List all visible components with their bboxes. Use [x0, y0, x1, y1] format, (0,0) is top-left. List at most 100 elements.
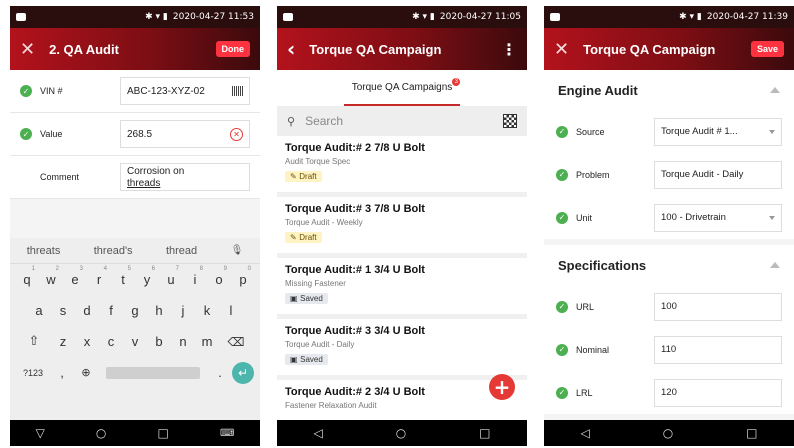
home-nav-icon[interactable]: ○ [96, 426, 106, 440]
list-item[interactable]: Torque Audit:# 3 3/4 U Bolt Torque Audit… [277, 319, 527, 380]
field-row: ✓ URL 100 [544, 285, 794, 328]
recents-nav-icon[interactable]: □ [158, 426, 169, 440]
back-arrow-icon[interactable]: ‹ [287, 37, 295, 61]
list-item[interactable]: Torque Audit:# 3 7/8 U Bolt Torque Audit… [277, 197, 527, 258]
recents-nav-icon[interactable]: □ [746, 426, 757, 440]
key[interactable]: 6y [135, 266, 159, 287]
list-item[interactable]: Torque Audit:# 2 7/8 U Bolt Audit Torque… [277, 136, 527, 197]
qr-code-icon[interactable] [503, 114, 517, 128]
space-key[interactable] [106, 366, 200, 379]
key[interactable]: s [51, 303, 75, 318]
nominal-input[interactable]: 110 [654, 335, 782, 364]
key[interactable]: 9o [207, 266, 231, 287]
home-nav-icon[interactable]: ○ [663, 426, 673, 440]
key[interactable]: 1q [15, 266, 39, 287]
check-icon: ✓ [556, 125, 568, 138]
section-header[interactable]: Engine Audit [544, 70, 794, 110]
key[interactable]: j [171, 303, 195, 318]
pencil-icon: ✎ [290, 233, 300, 242]
page-title: Torque QA Campaign [583, 41, 716, 57]
suggestion-item[interactable]: threats [27, 245, 61, 257]
field-row: ✓ Unit 100 - Drivetrain [544, 196, 794, 239]
phone-campaign-list: ✱ ▾ ▮ 2020-04-27 11:05 ‹ Torque QA Campai… [277, 6, 527, 446]
close-icon[interactable]: ✕ [554, 39, 569, 60]
key[interactable]: 5t [111, 266, 135, 287]
enter-icon[interactable]: ↵ [232, 361, 254, 384]
recents-nav-icon[interactable]: □ [479, 426, 490, 440]
save-button[interactable]: Save [750, 41, 784, 57]
key[interactable]: k [195, 303, 219, 318]
item-title: Torque Audit:# 3 3/4 U Bolt [285, 325, 425, 337]
key[interactable]: z [51, 334, 75, 349]
search-bar[interactable]: ⚲ Search [277, 106, 527, 136]
key[interactable]: 0p [231, 266, 255, 287]
app-bar: ‹ Torque QA Campaign ⋮ [277, 28, 527, 70]
key[interactable]: f [99, 303, 123, 318]
tab-campaigns[interactable]: Torque QA Campaigns 3 [343, 70, 461, 106]
key[interactable]: 4r [87, 266, 111, 287]
key[interactable]: c [99, 334, 123, 349]
key[interactable]: 3e [63, 266, 87, 287]
field-label: Comment [40, 172, 80, 182]
item-subtitle: Audit Torque Spec [285, 157, 351, 166]
field-label: Problem [576, 169, 610, 180]
keyboard-icon[interactable]: ⌨ [220, 428, 234, 439]
field-label: URL [576, 301, 595, 312]
key[interactable]: l [219, 303, 243, 318]
list-item[interactable]: Torque Audit:# 1 3/4 U Bolt Missing Fast… [277, 258, 527, 319]
home-nav-icon[interactable]: ○ [396, 426, 406, 440]
add-button[interactable]: + [489, 374, 515, 400]
check-icon: ✓ [556, 300, 568, 313]
problem-input[interactable]: Torque Audit - Daily [654, 160, 782, 189]
key[interactable]: 8i [183, 266, 207, 287]
unit-select[interactable]: 100 - Drivetrain [654, 203, 782, 232]
vin-input[interactable]: ABC-123-XYZ-02 [120, 77, 250, 105]
key[interactable]: d [75, 303, 99, 318]
backspace-icon[interactable]: ⌫ [219, 335, 253, 349]
url-input[interactable]: 100 [654, 292, 782, 321]
section-header[interactable]: Specifications [544, 245, 794, 285]
globe-icon[interactable]: ⊕ [74, 366, 98, 379]
lrl-input[interactable]: 120 [654, 378, 782, 407]
field-row-comment: Comment Corrosion on threads [10, 156, 260, 199]
key[interactable]: 7u [159, 266, 183, 287]
suggestion-item[interactable]: thread's [94, 245, 133, 257]
app-bar: ✕ 2. QA Audit Done [10, 28, 260, 70]
item-subtitle: Torque Audit - Daily [285, 340, 355, 349]
tab-bar: Torque QA Campaigns 3 [277, 70, 527, 106]
clear-icon[interactable]: ✕ [230, 127, 243, 141]
key[interactable]: v [123, 334, 147, 349]
notification-icon [550, 13, 560, 21]
more-menu-icon[interactable]: ⋮ [501, 40, 517, 59]
back-nav-icon[interactable]: ▽ [36, 426, 45, 440]
source-select[interactable]: Torque Audit # 1... [654, 117, 782, 146]
key[interactable]: 2w [39, 266, 63, 287]
value-input[interactable]: 268.5 ✕ [120, 120, 250, 148]
back-nav-icon[interactable]: ◁ [313, 426, 322, 440]
comma-key[interactable]: , [50, 365, 74, 380]
done-button[interactable]: Done [215, 41, 250, 57]
back-nav-icon[interactable]: ◁ [580, 426, 589, 440]
search-input[interactable]: Search [305, 114, 503, 128]
symbols-key[interactable]: ?123 [16, 368, 50, 378]
comment-input[interactable]: Corrosion on threads [120, 163, 250, 191]
key[interactable]: h [147, 303, 171, 318]
key[interactable]: n [171, 334, 195, 349]
key[interactable]: b [147, 334, 171, 349]
field-row: ✓ Nominal 110 [544, 328, 794, 371]
section-specifications: Specifications ✓ URL 100 ✓ Nominal 110 ✓… [544, 245, 794, 414]
barcode-scan-icon[interactable] [232, 86, 243, 96]
chevron-up-icon[interactable] [770, 262, 780, 268]
field-row-vin: ✓ VIN # ABC-123-XYZ-02 [10, 70, 260, 113]
key[interactable]: m [195, 334, 219, 349]
suggestion-item[interactable]: thread [166, 245, 197, 257]
shift-icon[interactable]: ⇧ [17, 334, 51, 349]
key[interactable]: a [27, 303, 51, 318]
key[interactable]: g [123, 303, 147, 318]
save-icon: ▣ [290, 355, 301, 364]
microphone-icon[interactable]: 🎙 [231, 245, 244, 256]
period-key[interactable]: . [208, 365, 232, 380]
key[interactable]: x [75, 334, 99, 349]
chevron-up-icon[interactable] [770, 87, 780, 93]
close-icon[interactable]: ✕ [20, 39, 35, 60]
